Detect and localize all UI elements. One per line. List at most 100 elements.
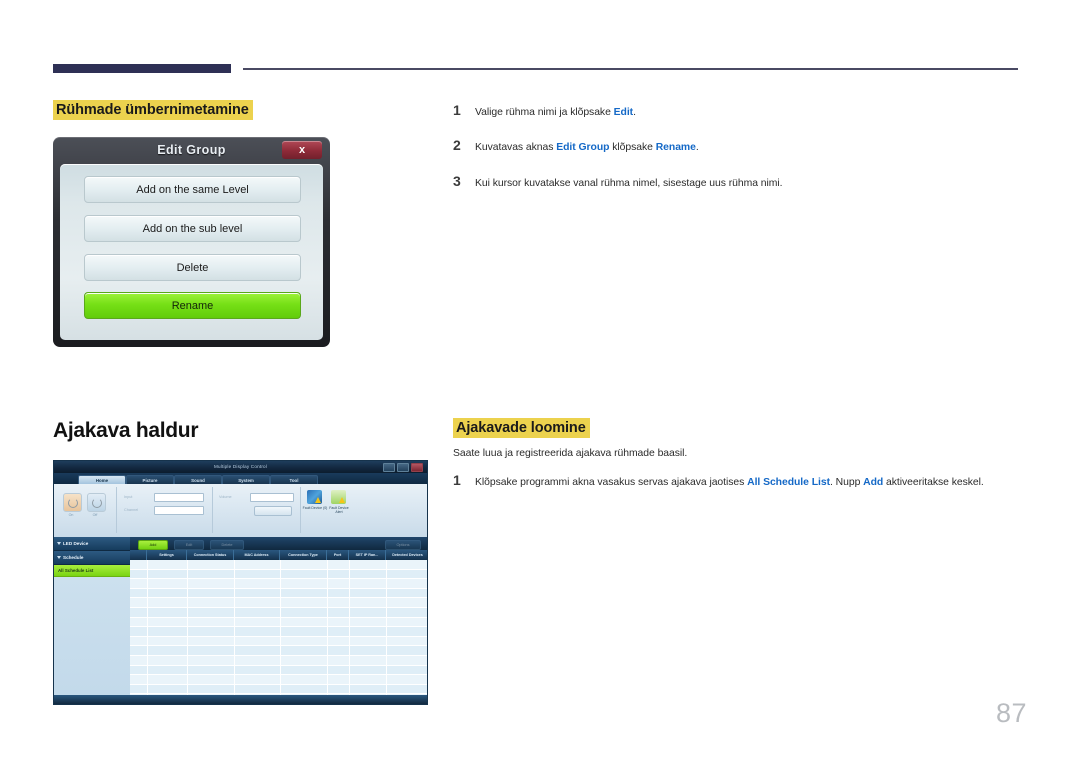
mdc-status-bar — [54, 695, 427, 704]
schedule-intro-text: Saate luua ja registreerida ajakava rühm… — [453, 448, 688, 459]
delete-button[interactable]: Delete — [210, 539, 244, 550]
rename-button[interactable]: Rename — [84, 292, 301, 319]
step-number: 3 — [453, 173, 461, 189]
options-button[interactable]: Options — [385, 539, 421, 550]
table-header-mac-address[interactable]: MAC Address — [234, 550, 280, 560]
add-sub-level-button[interactable]: Add on the sub level — [84, 215, 301, 242]
fault-device-alert-label: Fault Device Alert — [329, 506, 349, 515]
sidebar-item-led-device[interactable]: LED Device — [54, 537, 130, 551]
chevron-down-icon — [57, 542, 61, 545]
warning-badge-icon — [339, 497, 345, 503]
step-text-part: klõpsake — [609, 142, 656, 153]
close-icon[interactable]: x — [282, 141, 322, 159]
header-rule-thick — [53, 64, 231, 73]
add-button[interactable]: Add — [138, 539, 168, 550]
page-section-heading-rename: Rühmade ümbernimetamine — [53, 100, 253, 120]
table-row[interactable] — [130, 579, 427, 589]
step-item: 2 Kuvatavas aknas Edit Group klõpsake Re… — [453, 136, 1013, 155]
sidebar-item-label: Schedule — [63, 555, 84, 560]
ribbon-divider — [116, 487, 117, 533]
power-icon — [91, 497, 102, 508]
step-number: 2 — [453, 137, 461, 153]
column-separator — [234, 560, 235, 697]
section-heading-text: Ajakavade loomine — [453, 418, 590, 438]
section-heading-text: Rühmade ümbernimetamine — [53, 100, 253, 120]
delete-button[interactable]: Delete — [84, 254, 301, 281]
table-header-detected-devices[interactable]: Detected Devices — [386, 550, 427, 560]
step-text-part: . — [633, 107, 636, 118]
edit-button[interactable]: Edit — [174, 539, 204, 550]
edit-group-dialog: Edit Group x Add on the same Level Add o… — [53, 137, 330, 347]
step-text: Klõpsake programmi akna vasakus servas a… — [475, 476, 1023, 490]
table-row[interactable] — [130, 588, 427, 599]
chevron-down-icon — [57, 556, 61, 559]
fault-device-icon[interactable] — [307, 490, 322, 504]
step-item: 3 Kui kursor kuvatakse vanal rühma nimel… — [453, 172, 1013, 191]
table-header-connection-status[interactable]: Connection Status — [187, 550, 234, 560]
table-header-port[interactable]: Port — [327, 550, 349, 560]
page-title-schedule-manager: Ajakava haldur — [53, 419, 199, 442]
fault-device-alert-icon[interactable] — [331, 490, 346, 504]
step-emphasis: Edit — [613, 107, 634, 118]
column-separator — [187, 560, 188, 697]
table-header-checkbox[interactable] — [130, 550, 147, 560]
add-same-level-button[interactable]: Add on the same Level — [84, 176, 301, 203]
mdc-application-screenshot: Multiple Display Control Home Picture So… — [53, 460, 428, 705]
close-icon[interactable] — [411, 463, 423, 472]
ribbon-divider — [212, 487, 213, 533]
step-text: Valige rühma nimi ja klõpsake Edit. — [475, 106, 1013, 120]
step-emphasis: Edit Group — [556, 142, 610, 153]
power-icon — [67, 497, 78, 508]
table-row[interactable] — [130, 665, 427, 676]
table-row[interactable] — [130, 560, 427, 570]
table-row[interactable] — [130, 607, 427, 618]
mdc-table-body[interactable] — [130, 560, 427, 697]
table-row[interactable] — [130, 618, 427, 628]
table-row[interactable] — [130, 627, 427, 637]
step-emphasis: Rename — [655, 142, 696, 153]
table-row[interactable] — [130, 569, 427, 580]
step-text-part: aktiveeritakse keskel. — [883, 477, 984, 488]
table-row[interactable] — [130, 684, 427, 695]
minimize-icon[interactable] — [383, 463, 395, 472]
step-text-part: Kuvatavas aknas — [475, 142, 557, 153]
power-on-button[interactable] — [63, 493, 82, 512]
table-row[interactable] — [130, 656, 427, 666]
step-item: 1 Valige rühma nimi ja klõpsake Edit. — [453, 101, 1013, 120]
volume-input[interactable] — [250, 493, 294, 502]
step-number: 1 — [453, 472, 461, 488]
volume-field-label: Volume — [219, 495, 232, 499]
column-separator — [280, 560, 281, 697]
table-header-set-ip-range[interactable]: SET IP Ran... — [349, 550, 386, 560]
edit-group-body: Add on the same Level Add on the sub lev… — [60, 164, 323, 340]
mdc-ribbon: On Off Input Channel Volume Fault Device… — [54, 484, 427, 538]
step-number: 1 — [453, 102, 461, 118]
table-row[interactable] — [130, 598, 427, 608]
channel-input[interactable] — [154, 506, 204, 515]
warning-badge-icon — [315, 497, 321, 503]
step-text-part: Klõpsake programmi akna vasakus servas a… — [475, 477, 748, 488]
apply-button[interactable] — [254, 506, 292, 516]
table-row[interactable] — [130, 675, 427, 685]
table-header-settings[interactable]: Settings — [147, 550, 187, 560]
sidebar-item-schedule[interactable]: Schedule — [54, 551, 130, 565]
step-item: 1 Klõpsake programmi akna vasakus servas… — [453, 471, 1023, 490]
mdc-sidebar: LED Device Schedule All Schedule List — [54, 537, 131, 704]
header-rule-thin — [243, 68, 1018, 70]
step-text: Kui kursor kuvatakse vanal rühma nimel, … — [475, 178, 783, 189]
input-field-label: Input — [124, 495, 133, 499]
input-select[interactable] — [154, 493, 204, 502]
step-text-part: . Nupp — [829, 477, 864, 488]
column-separator — [386, 560, 387, 697]
power-off-button[interactable] — [87, 493, 106, 512]
maximize-icon[interactable] — [397, 463, 409, 472]
table-header-connection-type[interactable]: Connection Type — [280, 550, 327, 560]
step-text-part: Valige rühma nimi ja klõpsake — [475, 107, 614, 118]
step-emphasis: All Schedule List — [747, 477, 830, 488]
mdc-title-bar: Multiple Display Control — [54, 461, 427, 473]
sidebar-item-all-schedule-list[interactable]: All Schedule List — [54, 565, 130, 577]
table-row[interactable] — [130, 646, 427, 656]
power-on-label: On — [68, 513, 74, 517]
table-row[interactable] — [130, 637, 427, 647]
column-separator — [147, 560, 148, 697]
